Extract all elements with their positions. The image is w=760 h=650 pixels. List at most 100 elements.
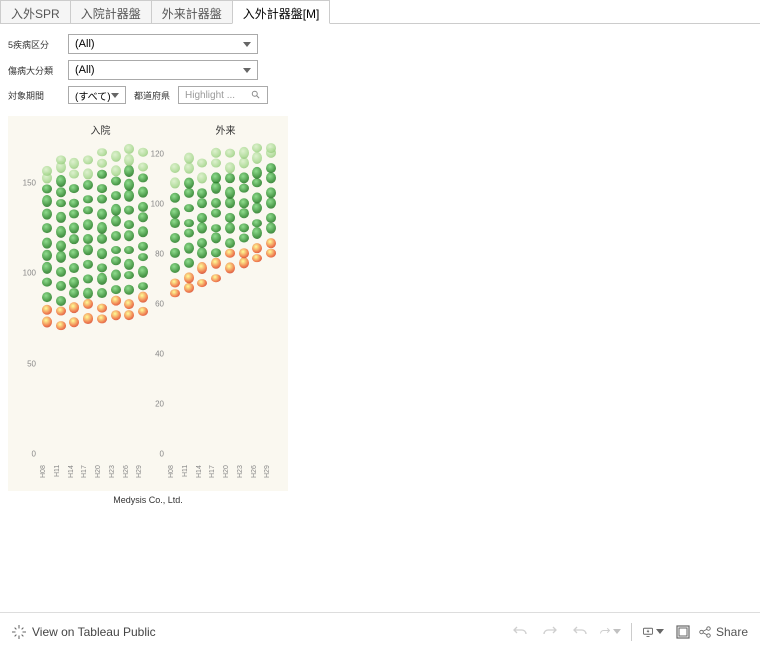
data-point — [225, 263, 235, 274]
data-point — [170, 163, 180, 173]
data-point — [124, 165, 134, 177]
data-point — [83, 195, 93, 204]
data-point — [252, 227, 262, 239]
data-point — [170, 193, 180, 203]
data-point — [184, 242, 194, 253]
dropdown-period[interactable]: (すべて) — [68, 86, 126, 104]
data-point — [56, 187, 66, 198]
undo-button[interactable] — [509, 621, 531, 643]
data-point — [225, 222, 235, 233]
x-tick: H08 — [168, 465, 182, 487]
data-point — [252, 152, 262, 164]
data-point — [197, 222, 207, 233]
data-point — [83, 180, 93, 190]
chevron-down-icon — [243, 68, 251, 73]
data-point — [266, 188, 276, 199]
data-point — [170, 289, 180, 297]
data-point — [252, 219, 262, 227]
data-point — [42, 184, 52, 193]
replay-button[interactable] — [569, 621, 591, 643]
credit-text: Medysis Co., Ltd. — [0, 495, 296, 505]
chart-area: 入院 外来 050100150 H08H11H14H17H20H23H26H29… — [8, 116, 288, 491]
data-point — [124, 206, 134, 215]
data-point — [211, 224, 221, 232]
data-column — [96, 138, 108, 463]
filter-label-category5: 5疾病区分 — [8, 38, 60, 51]
data-point — [97, 234, 107, 244]
data-point — [184, 273, 194, 284]
data-point — [83, 219, 93, 229]
data-point — [239, 158, 249, 169]
data-point — [239, 147, 249, 159]
revert-button[interactable] — [599, 621, 621, 643]
y-tick: 100 — [23, 269, 36, 278]
data-point — [97, 184, 107, 192]
data-point — [111, 165, 121, 176]
tableau-logo-icon — [12, 625, 26, 639]
tab-gairai[interactable]: 外来計器盤 — [151, 0, 233, 23]
data-point — [124, 299, 134, 309]
y-tick: 100 — [151, 200, 164, 209]
view-on-tableau-link[interactable]: View on Tableau Public — [12, 625, 156, 639]
tab-nyuin[interactable]: 入院計器盤 — [70, 0, 152, 23]
data-point — [111, 270, 121, 281]
data-column — [265, 138, 277, 463]
data-point — [69, 234, 79, 244]
chart-panel-right: 020406080100120 H08H11H14H17H20H23H26H29 — [168, 138, 278, 463]
data-point — [42, 317, 52, 328]
data-point — [225, 163, 235, 174]
data-point — [239, 173, 249, 184]
data-point — [97, 303, 107, 312]
y-tick: 60 — [155, 300, 164, 309]
data-point — [124, 271, 134, 279]
data-point — [184, 219, 194, 227]
data-point — [124, 259, 134, 271]
fullscreen-button[interactable] — [672, 621, 694, 643]
dropdown-category5-value: (All) — [75, 38, 95, 50]
data-point — [56, 241, 66, 252]
data-point — [252, 254, 262, 262]
x-tick: H11 — [54, 465, 68, 487]
data-point — [42, 237, 52, 248]
data-point — [211, 182, 221, 194]
y-tick: 50 — [27, 359, 36, 368]
data-point — [252, 243, 262, 253]
data-point — [111, 177, 121, 186]
data-point — [97, 208, 107, 219]
data-point — [184, 258, 194, 268]
x-tick: H26 — [251, 465, 265, 487]
highlight-input[interactable]: Highlight ... — [178, 86, 268, 104]
data-point — [252, 202, 262, 213]
data-column — [238, 138, 250, 463]
tab-spr[interactable]: 入外SPR — [0, 0, 71, 23]
data-point — [83, 288, 93, 299]
data-point — [111, 204, 121, 216]
dropdown-disease[interactable]: (All) — [68, 60, 258, 80]
y-tick: 150 — [23, 179, 36, 188]
download-button[interactable] — [642, 621, 664, 643]
data-point — [56, 322, 66, 330]
toolbar: View on Tableau Public Share — [0, 612, 760, 650]
tab-nyugai-m[interactable]: 入外計器盤[M] — [232, 0, 331, 24]
dropdown-category5[interactable]: (All) — [68, 34, 258, 54]
data-column — [224, 138, 236, 463]
x-tick: H14 — [196, 465, 210, 487]
data-point — [56, 296, 66, 306]
data-point — [184, 162, 194, 173]
data-point — [239, 234, 249, 243]
data-point — [266, 213, 276, 223]
y-tick: 120 — [151, 150, 164, 159]
data-point — [170, 233, 180, 243]
data-point — [111, 296, 121, 305]
data-point — [197, 159, 207, 168]
share-button[interactable]: Share — [698, 625, 748, 639]
data-column — [251, 138, 263, 463]
x-tick: H14 — [68, 465, 82, 487]
redo-button[interactable] — [539, 621, 561, 643]
data-point — [83, 274, 93, 283]
data-point — [56, 175, 66, 187]
dropdown-disease-value: (All) — [75, 64, 95, 76]
x-tick: H29 — [136, 465, 150, 487]
data-point — [56, 155, 66, 164]
data-column — [68, 138, 80, 463]
